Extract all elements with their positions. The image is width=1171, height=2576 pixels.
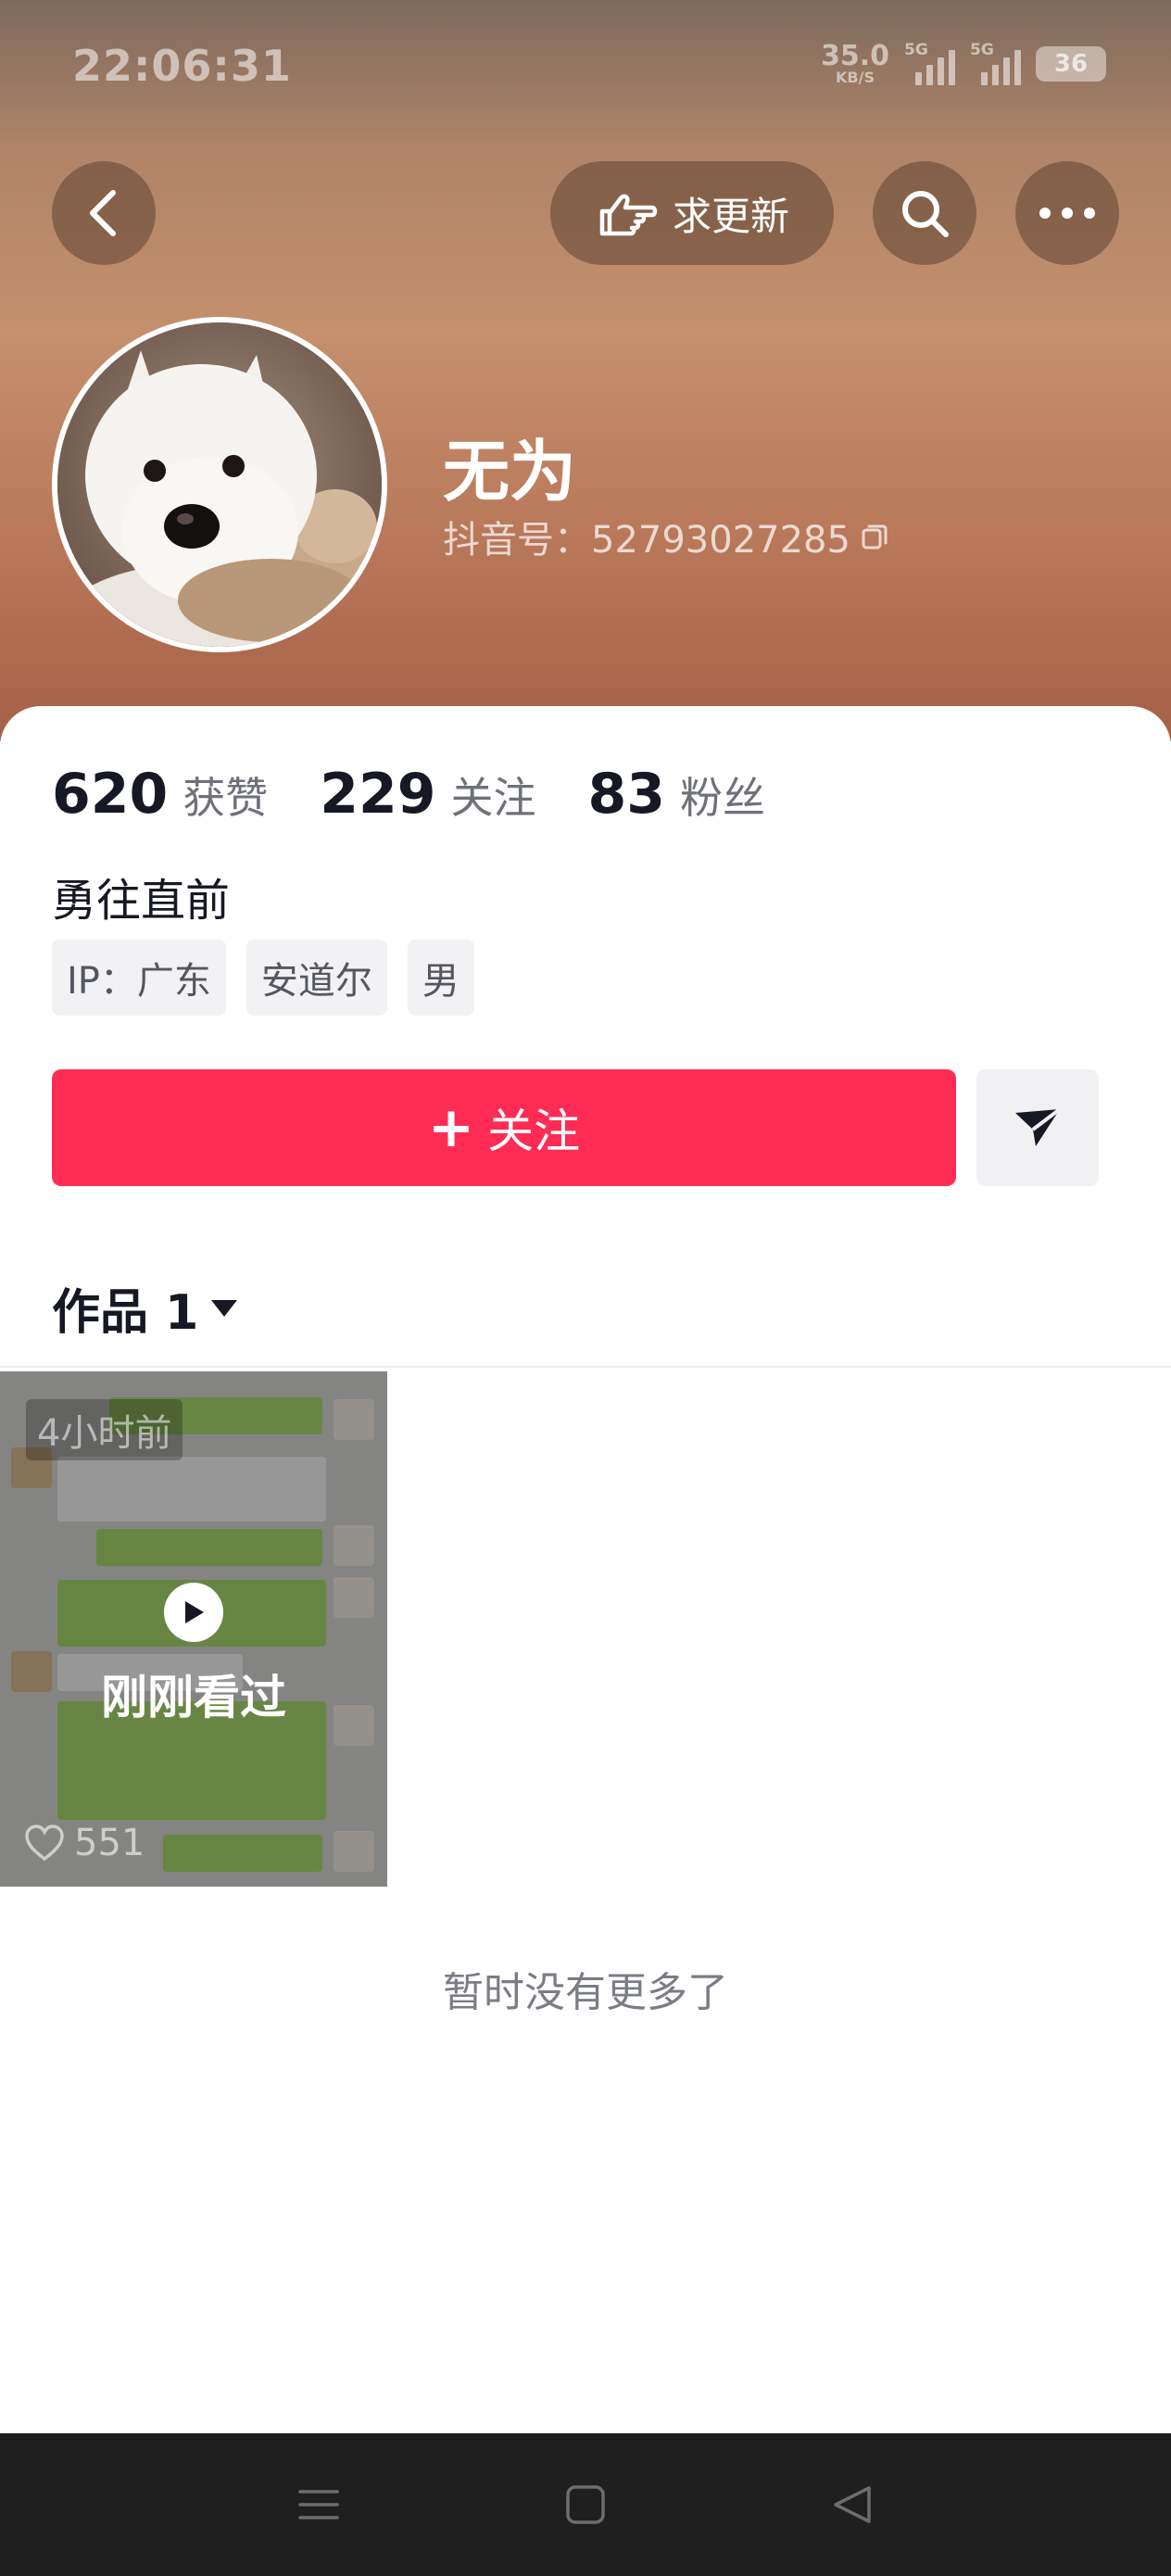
search-icon <box>902 191 949 237</box>
network-speed-unit: KB/S <box>836 69 875 86</box>
request-update-label: 求更新 <box>672 193 789 239</box>
profile-stats: 620 获赞 229 关注 83 粉丝 <box>52 762 765 827</box>
send-icon <box>1015 1107 1062 1146</box>
tab-works-label: 作品 1 <box>52 1285 199 1341</box>
follow-button[interactable]: + 关注 <box>52 1069 956 1186</box>
stat-followers[interactable]: 83 粉丝 <box>588 762 766 827</box>
stat-likes[interactable]: 620 获赞 <box>52 762 268 827</box>
message-button[interactable] <box>976 1069 1099 1186</box>
copy-icon[interactable] <box>860 522 889 551</box>
plus-icon: + <box>427 1095 475 1160</box>
search-button[interactable] <box>873 161 976 265</box>
douyin-id-text: 抖音号：52793027285 <box>443 519 850 562</box>
profile-content-sheet: 620 获赞 229 关注 83 粉丝 勇往直前 IP：广东 安道尔 男 + 关… <box>0 706 1171 2439</box>
video-card[interactable]: 4小时前 刚刚看过 551 <box>0 1371 387 1887</box>
back-triangle-icon[interactable] <box>832 2484 873 2525</box>
battery-icon: 36 <box>1036 46 1106 82</box>
tag-ip-location: IP：广东 <box>52 940 226 1016</box>
sim2-network-label: 5G <box>970 41 994 59</box>
tag-region: 安道尔 <box>246 940 387 1016</box>
video-time-ago: 4小时前 <box>26 1399 183 1460</box>
play-icon <box>164 1583 223 1642</box>
stat-likes-label: 获赞 <box>183 773 269 823</box>
home-icon[interactable] <box>565 2484 606 2525</box>
status-icons: 35.0 KB/S 5G 5G 36 <box>821 41 1106 85</box>
stat-following-value: 229 <box>320 762 436 827</box>
network-speed-value: 35.0 <box>820 40 889 72</box>
video-likes-count: 551 <box>74 1822 145 1864</box>
more-options-button[interactable] <box>1015 161 1119 265</box>
chevron-left-icon <box>90 190 116 236</box>
stat-followers-label: 粉丝 <box>680 773 765 823</box>
profile-tags: IP：广东 安道尔 男 <box>52 940 474 1016</box>
video-likes: 551 <box>24 1822 145 1864</box>
douyin-id[interactable]: 抖音号：52793027285 <box>443 510 889 563</box>
system-navigation-bar <box>0 2433 1171 2576</box>
stat-followers-value: 83 <box>587 762 666 827</box>
nickname: 无为 <box>443 433 577 511</box>
tab-divider <box>0 1366 1171 1368</box>
stat-likes-value: 620 <box>52 762 169 827</box>
avatar[interactable] <box>52 317 387 652</box>
battery-level: 36 <box>1053 50 1089 78</box>
network-speed: 35.0 KB/S <box>821 43 889 85</box>
sim1-network-label: 5G <box>904 41 928 59</box>
menu-icon[interactable] <box>298 2484 339 2525</box>
tag-gender: 男 <box>407 940 474 1016</box>
status-time: 22:06:31 <box>72 41 292 91</box>
more-dots-icon <box>1039 208 1095 219</box>
request-update-button[interactable]: 求更新 <box>550 161 834 265</box>
stat-following-label: 关注 <box>450 773 536 823</box>
no-more-content: 暂时没有更多了 <box>443 1969 728 2016</box>
follow-label: 关注 <box>487 1105 581 1158</box>
bio: 勇往直前 <box>52 875 231 927</box>
pointing-hand-icon <box>599 194 658 236</box>
signal-icon-sim1: 5G <box>904 41 955 85</box>
dog-avatar-image <box>57 322 382 647</box>
signal-icon-sim2: 5G <box>970 41 1021 85</box>
status-bar: 22:06:31 35.0 KB/S 5G 5G 36 <box>0 0 1171 139</box>
caret-down-icon <box>211 1299 238 1317</box>
heart-icon <box>25 1825 64 1862</box>
stat-following[interactable]: 229 关注 <box>320 762 535 827</box>
back-button[interactable] <box>52 161 156 265</box>
tab-works[interactable]: 作品 1 <box>52 1273 239 1343</box>
recently-watched-label: 刚刚看过 <box>101 1671 286 1724</box>
